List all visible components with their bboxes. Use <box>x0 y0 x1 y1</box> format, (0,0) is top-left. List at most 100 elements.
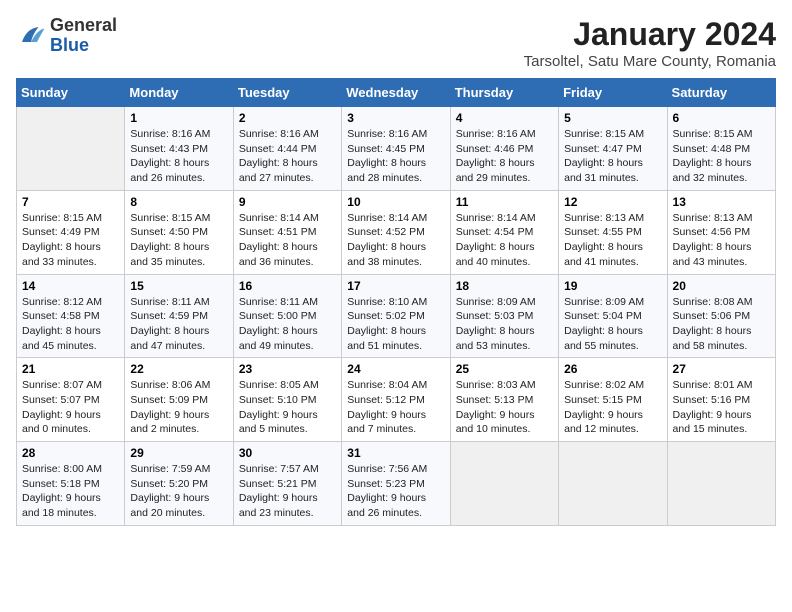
weekday-header: Sunday <box>17 79 125 107</box>
day-info: Sunrise: 8:14 AMSunset: 4:54 PMDaylight:… <box>456 211 553 270</box>
day-info: Sunrise: 8:15 AMSunset: 4:47 PMDaylight:… <box>564 127 661 186</box>
calendar-cell: 2 Sunrise: 8:16 AMSunset: 4:44 PMDaylight… <box>233 107 341 191</box>
calendar-week-row: 28Sunrise: 8:00 AMSunset: 5:18 PMDayligh… <box>17 442 776 526</box>
calendar-cell: 14 Sunrise: 8:12 AMSunset: 4:58 PMDayligh… <box>17 274 125 358</box>
calendar-body: 1 Sunrise: 8:16 AMSunset: 4:43 PMDaylight… <box>17 107 776 526</box>
logo-blue: Blue <box>50 35 89 55</box>
calendar-cell: 6 Sunrise: 8:15 AMSunset: 4:48 PMDaylight… <box>667 107 775 191</box>
day-number: 17 <box>347 279 444 293</box>
day-info: Sunrise: 8:13 AMSunset: 4:56 PMDaylight:… <box>673 211 770 270</box>
calendar-cell: 13 Sunrise: 8:13 AMSunset: 4:56 PMDayligh… <box>667 190 775 274</box>
day-info: Sunrise: 8:14 AMSunset: 4:52 PMDaylight:… <box>347 211 444 270</box>
title-block: January 2024 Tarsoltel, Satu Mare County… <box>524 16 776 70</box>
calendar-cell: 5 Sunrise: 8:15 AMSunset: 4:47 PMDaylight… <box>559 107 667 191</box>
day-number: 23 <box>239 362 336 376</box>
calendar-cell <box>559 442 667 526</box>
weekday-header: Tuesday <box>233 79 341 107</box>
day-info: Sunrise: 8:16 AMSunset: 4:43 PMDaylight:… <box>130 127 227 186</box>
day-info: Sunrise: 8:04 AMSunset: 5:12 PMDaylight:… <box>347 378 444 437</box>
calendar-cell: 25Sunrise: 8:03 AMSunset: 5:13 PMDayligh… <box>450 358 558 442</box>
day-info: Sunrise: 8:08 AMSunset: 5:06 PMDaylight:… <box>673 295 770 354</box>
calendar-cell: 29Sunrise: 7:59 AMSunset: 5:20 PMDayligh… <box>125 442 233 526</box>
day-info: Sunrise: 8:15 AMSunset: 4:48 PMDaylight:… <box>673 127 770 186</box>
day-number: 18 <box>456 279 553 293</box>
day-info: Sunrise: 7:56 AMSunset: 5:23 PMDaylight:… <box>347 462 444 521</box>
day-info: Sunrise: 8:15 AMSunset: 4:50 PMDaylight:… <box>130 211 227 270</box>
day-number: 5 <box>564 111 661 125</box>
day-number: 22 <box>130 362 227 376</box>
weekday-header: Thursday <box>450 79 558 107</box>
calendar-cell <box>17 107 125 191</box>
day-number: 25 <box>456 362 553 376</box>
calendar-table: SundayMondayTuesdayWednesdayThursdayFrid… <box>16 78 776 526</box>
day-number: 19 <box>564 279 661 293</box>
page-header: General Blue January 2024 Tarsoltel, Sat… <box>16 16 776 70</box>
day-info: Sunrise: 8:15 AMSunset: 4:49 PMDaylight:… <box>22 211 119 270</box>
calendar-cell: 30 Sunrise: 7:57 AMSunset: 5:21 PMDayligh… <box>233 442 341 526</box>
day-number: 16 <box>239 279 336 293</box>
day-number: 14 <box>22 279 119 293</box>
calendar-cell: 17 Sunrise: 8:10 AMSunset: 5:02 PMDayligh… <box>342 274 450 358</box>
calendar-week-row: 1 Sunrise: 8:16 AMSunset: 4:43 PMDaylight… <box>17 107 776 191</box>
weekday-header: Saturday <box>667 79 775 107</box>
calendar-cell: 20 Sunrise: 8:08 AMSunset: 5:06 PMDayligh… <box>667 274 775 358</box>
calendar-header: SundayMondayTuesdayWednesdayThursdayFrid… <box>17 79 776 107</box>
calendar-cell: 7 Sunrise: 8:15 AMSunset: 4:49 PMDaylight… <box>17 190 125 274</box>
calendar-week-row: 14 Sunrise: 8:12 AMSunset: 4:58 PMDayligh… <box>17 274 776 358</box>
day-info: Sunrise: 8:14 AMSunset: 4:51 PMDaylight:… <box>239 211 336 270</box>
day-info: Sunrise: 8:16 AMSunset: 4:45 PMDaylight:… <box>347 127 444 186</box>
logo-general: General <box>50 15 117 35</box>
weekday-header-row: SundayMondayTuesdayWednesdayThursdayFrid… <box>17 79 776 107</box>
day-number: 21 <box>22 362 119 376</box>
day-number: 2 <box>239 111 336 125</box>
calendar-cell: 19 Sunrise: 8:09 AMSunset: 5:04 PMDayligh… <box>559 274 667 358</box>
day-number: 4 <box>456 111 553 125</box>
calendar-week-row: 21 Sunrise: 8:07 AMSunset: 5:07 PMDayligh… <box>17 358 776 442</box>
day-info: Sunrise: 8:02 AMSunset: 5:15 PMDaylight:… <box>564 378 661 437</box>
day-number: 7 <box>22 195 119 209</box>
day-info: Sunrise: 8:16 AMSunset: 4:46 PMDaylight:… <box>456 127 553 186</box>
calendar-cell: 23 Sunrise: 8:05 AMSunset: 5:10 PMDayligh… <box>233 358 341 442</box>
day-number: 24 <box>347 362 444 376</box>
calendar-cell: 9 Sunrise: 8:14 AMSunset: 4:51 PMDaylight… <box>233 190 341 274</box>
logo-bird-icon <box>16 21 46 51</box>
day-number: 8 <box>130 195 227 209</box>
page-title: January 2024 <box>524 16 776 53</box>
day-info: Sunrise: 8:05 AMSunset: 5:10 PMDaylight:… <box>239 378 336 437</box>
day-number: 12 <box>564 195 661 209</box>
day-info: Sunrise: 8:09 AMSunset: 5:03 PMDaylight:… <box>456 295 553 354</box>
calendar-cell: 24 Sunrise: 8:04 AMSunset: 5:12 PMDayligh… <box>342 358 450 442</box>
day-info: Sunrise: 7:57 AMSunset: 5:21 PMDaylight:… <box>239 462 336 521</box>
day-number: 30 <box>239 446 336 460</box>
day-number: 13 <box>673 195 770 209</box>
weekday-header: Friday <box>559 79 667 107</box>
calendar-cell: 15 Sunrise: 8:11 AMSunset: 4:59 PMDayligh… <box>125 274 233 358</box>
day-number: 1 <box>130 111 227 125</box>
day-number: 20 <box>673 279 770 293</box>
day-info: Sunrise: 8:09 AMSunset: 5:04 PMDaylight:… <box>564 295 661 354</box>
weekday-header: Wednesday <box>342 79 450 107</box>
day-info: Sunrise: 8:07 AMSunset: 5:07 PMDaylight:… <box>22 378 119 437</box>
calendar-cell: 12 Sunrise: 8:13 AMSunset: 4:55 PMDayligh… <box>559 190 667 274</box>
calendar-cell: 16Sunrise: 8:11 AMSunset: 5:00 PMDayligh… <box>233 274 341 358</box>
day-info: Sunrise: 8:01 AMSunset: 5:16 PMDaylight:… <box>673 378 770 437</box>
calendar-cell: 28Sunrise: 8:00 AMSunset: 5:18 PMDayligh… <box>17 442 125 526</box>
day-info: Sunrise: 8:13 AMSunset: 4:55 PMDaylight:… <box>564 211 661 270</box>
calendar-cell: 8 Sunrise: 8:15 AMSunset: 4:50 PMDaylight… <box>125 190 233 274</box>
day-info: Sunrise: 8:11 AMSunset: 4:59 PMDaylight:… <box>130 295 227 354</box>
calendar-cell: 1 Sunrise: 8:16 AMSunset: 4:43 PMDaylight… <box>125 107 233 191</box>
calendar-cell: 27Sunrise: 8:01 AMSunset: 5:16 PMDayligh… <box>667 358 775 442</box>
weekday-header: Monday <box>125 79 233 107</box>
day-info: Sunrise: 8:10 AMSunset: 5:02 PMDaylight:… <box>347 295 444 354</box>
day-number: 9 <box>239 195 336 209</box>
calendar-week-row: 7 Sunrise: 8:15 AMSunset: 4:49 PMDaylight… <box>17 190 776 274</box>
day-info: Sunrise: 8:12 AMSunset: 4:58 PMDaylight:… <box>22 295 119 354</box>
calendar-cell: 22Sunrise: 8:06 AMSunset: 5:09 PMDayligh… <box>125 358 233 442</box>
calendar-cell: 11Sunrise: 8:14 AMSunset: 4:54 PMDayligh… <box>450 190 558 274</box>
calendar-cell <box>450 442 558 526</box>
calendar-cell: 31Sunrise: 7:56 AMSunset: 5:23 PMDayligh… <box>342 442 450 526</box>
day-number: 6 <box>673 111 770 125</box>
day-number: 28 <box>22 446 119 460</box>
day-number: 15 <box>130 279 227 293</box>
day-info: Sunrise: 8:16 AMSunset: 4:44 PMDaylight:… <box>239 127 336 186</box>
